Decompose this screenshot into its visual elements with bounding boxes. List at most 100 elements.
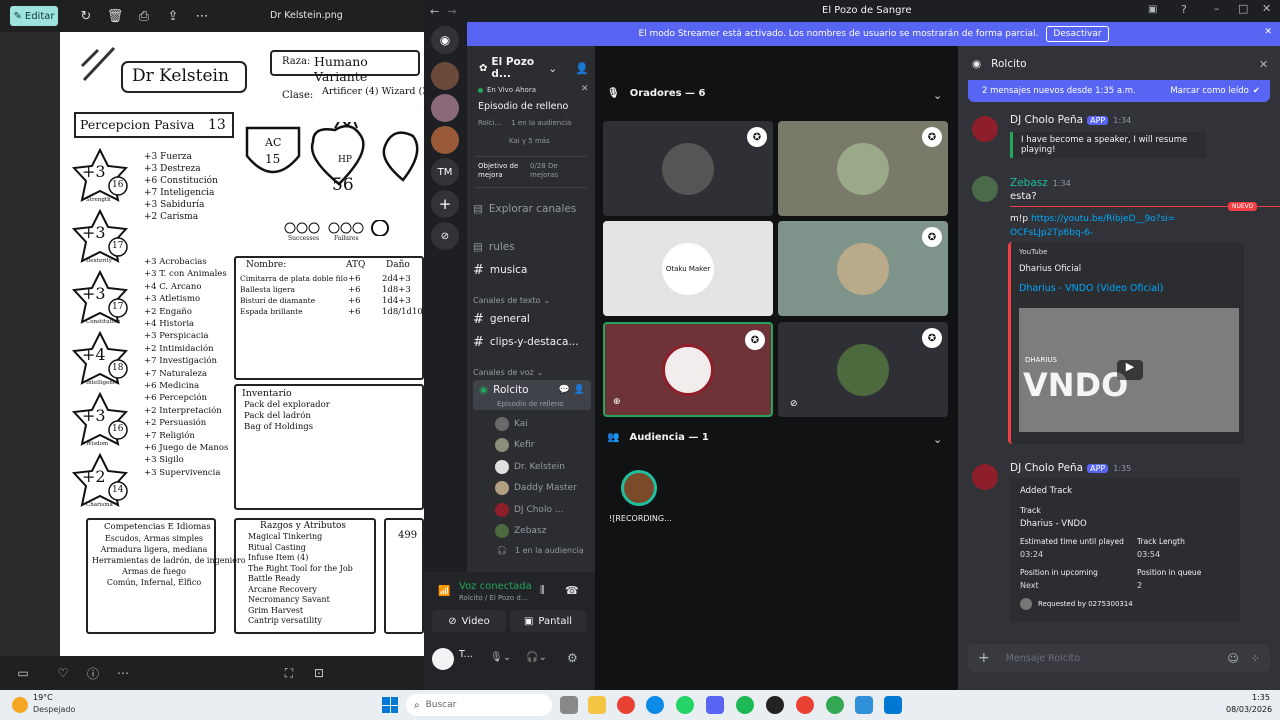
voice-user[interactable]: Kefir bbox=[495, 436, 590, 454]
rotate-icon[interactable]: ↻ bbox=[76, 6, 96, 26]
speaker-tile[interactable]: ✪ bbox=[603, 121, 773, 216]
voice-user[interactable]: Zebasz bbox=[495, 522, 590, 540]
more-options-icon[interactable]: ⋯ bbox=[112, 662, 134, 684]
mic-icon[interactable]: 🎙⌄ bbox=[490, 652, 511, 663]
delete-icon[interactable]: 🗑 bbox=[105, 6, 125, 26]
voice-user[interactable]: Daddy Master bbox=[495, 479, 590, 497]
chat-icon[interactable]: 💬 bbox=[559, 385, 570, 395]
chrome-icon[interactable] bbox=[617, 696, 635, 714]
weather-temp[interactable]: 19°C bbox=[33, 693, 53, 702]
embed-title[interactable]: Dharius - VNDO (Video Oficial) bbox=[1019, 283, 1163, 294]
member-icon[interactable]: 👤 bbox=[574, 385, 585, 395]
discover-icon[interactable]: ⊘ bbox=[431, 222, 459, 250]
screen-share-button[interactable]: ▣ Pantall bbox=[510, 610, 586, 632]
print-icon[interactable]: ⎙ bbox=[134, 6, 154, 26]
add-server-icon[interactable]: + bbox=[431, 190, 459, 218]
filmstrip-icon[interactable]: ▭ bbox=[12, 662, 34, 684]
message-avatar[interactable] bbox=[972, 116, 998, 142]
video-thumbnail[interactable]: DHARIUS VNDO ▶ bbox=[1019, 308, 1239, 432]
favorite-icon[interactable]: ♡ bbox=[52, 662, 74, 684]
message-input-box[interactable]: + Mensaje Rolcito ☺ ⁘ bbox=[968, 644, 1270, 672]
spotify-icon[interactable] bbox=[736, 696, 754, 714]
voice-user[interactable]: DJ Cholo ... bbox=[495, 501, 590, 519]
obs-icon[interactable] bbox=[766, 696, 784, 714]
start-button[interactable] bbox=[382, 697, 398, 713]
notepad-icon[interactable] bbox=[855, 696, 873, 714]
edit-button[interactable]: ✎ Editar bbox=[10, 6, 58, 26]
collapse-audience-icon[interactable]: ⌄ bbox=[933, 433, 942, 446]
more-icon[interactable]: ⋯ bbox=[192, 6, 212, 26]
voice-user[interactable]: Kai bbox=[495, 415, 590, 433]
live-close-icon[interactable]: ✕ bbox=[581, 84, 589, 94]
message-avatar[interactable] bbox=[972, 464, 998, 490]
voice-category[interactable]: Canales de voz ⌄ bbox=[473, 363, 591, 381]
weather-icon[interactable] bbox=[12, 697, 28, 713]
noise-suppression-icon[interactable]: ⫼ bbox=[540, 585, 545, 596]
fit-icon[interactable]: ⛶ bbox=[278, 662, 300, 684]
whatsapp-icon[interactable] bbox=[676, 696, 694, 714]
audience-avatar[interactable] bbox=[621, 470, 657, 506]
mark-read-button[interactable]: Marcar como leído bbox=[1170, 86, 1249, 96]
message-author[interactable]: DJ Cholo Peña bbox=[1010, 114, 1083, 126]
channel-rules[interactable]: ▤ rules bbox=[473, 238, 591, 256]
server-icon[interactable] bbox=[431, 126, 459, 154]
banner-close-icon[interactable]: ✕ bbox=[1264, 27, 1272, 37]
channel-musica[interactable]: # musica bbox=[473, 261, 591, 279]
back-icon[interactable]: ← bbox=[430, 5, 439, 18]
channel-general[interactable]: # general bbox=[473, 310, 591, 328]
channel-clips[interactable]: # clips-y-destaca... bbox=[473, 333, 591, 351]
video-button[interactable]: ⊘ Video bbox=[432, 610, 506, 632]
message-author[interactable]: Zebasz bbox=[1010, 177, 1048, 189]
collapse-speakers-icon[interactable]: ⌄ bbox=[933, 89, 942, 102]
maximize-icon[interactable]: □ bbox=[1238, 2, 1248, 15]
youtube-link[interactable]: https://youtu.be/RibjeD__9o?si=OCFsLJp2T… bbox=[1010, 214, 1175, 238]
speaker-tile[interactable]: ✪ ⊘ bbox=[778, 322, 948, 417]
close-window-icon[interactable]: ✕ bbox=[1262, 2, 1271, 15]
forward-icon[interactable]: → bbox=[447, 5, 456, 18]
server-icon[interactable] bbox=[431, 94, 459, 122]
apps-icon[interactable]: ⁘ bbox=[1251, 652, 1260, 665]
text-category[interactable]: Canales de texto ⌄ bbox=[473, 291, 591, 309]
taskbar-search[interactable]: ⌕ Buscar bbox=[406, 694, 552, 716]
close-chat-icon[interactable]: ✕ bbox=[1259, 58, 1268, 71]
attach-plus-icon[interactable]: + bbox=[978, 650, 990, 666]
share-icon[interactable]: ⇪ bbox=[163, 6, 183, 26]
event-title[interactable]: Episodio de relleno bbox=[478, 101, 568, 112]
server-icon[interactable] bbox=[431, 62, 459, 90]
settings-gear-icon[interactable]: ⚙ bbox=[567, 651, 578, 665]
server-tm[interactable]: TM bbox=[431, 158, 459, 186]
headset-icon[interactable]: 🎧⌄ bbox=[526, 652, 547, 663]
speaker-tile[interactable]: ✪ bbox=[778, 221, 948, 316]
message-avatar[interactable] bbox=[972, 176, 998, 202]
chrome-profile-2-icon[interactable] bbox=[826, 696, 844, 714]
photos-icon[interactable] bbox=[884, 696, 902, 714]
server-header[interactable]: ✿ El Pozo d... ⌄ 👤 bbox=[479, 56, 589, 80]
embed-channel[interactable]: Dharius Oficial bbox=[1019, 264, 1081, 274]
minimize-icon[interactable]: – bbox=[1214, 2, 1220, 15]
clock-time[interactable]: 1:35 bbox=[1252, 693, 1270, 702]
clock-date[interactable]: 08/03/2026 bbox=[1226, 705, 1272, 714]
message-author[interactable]: DJ Cholo Peña bbox=[1010, 462, 1083, 474]
actual-size-icon[interactable]: ⊡ bbox=[308, 662, 330, 684]
user-avatar[interactable] bbox=[432, 648, 454, 670]
edge-icon[interactable] bbox=[646, 696, 664, 714]
inbox-icon[interactable]: ▣ bbox=[1148, 4, 1157, 15]
emoji-icon[interactable]: ☺ bbox=[1227, 652, 1238, 665]
discord-taskbar-icon[interactable] bbox=[706, 696, 724, 714]
file-explorer-icon[interactable] bbox=[588, 696, 606, 714]
help-icon[interactable]: ? bbox=[1181, 3, 1187, 16]
invite-icon[interactable]: 👤 bbox=[575, 62, 589, 75]
chrome-profile-icon[interactable] bbox=[796, 696, 814, 714]
voice-user[interactable]: Dr. Kelstein bbox=[495, 458, 590, 476]
speaker-tile[interactable]: Otaku Maker bbox=[603, 221, 773, 316]
speaker-tile-active[interactable]: ✪ ⊕ bbox=[603, 322, 773, 417]
new-messages-bar[interactable]: 2 mensajes nuevos desde 1:35 a.m. Marcar… bbox=[968, 80, 1270, 102]
info-icon[interactable]: ⓘ bbox=[82, 662, 104, 684]
message-input[interactable]: Mensaje Rolcito bbox=[1006, 653, 1080, 664]
explore-channels[interactable]: ▤ Explorar canales bbox=[473, 200, 591, 218]
disable-streamer-button[interactable]: Desactivar bbox=[1046, 26, 1109, 42]
speaker-tile[interactable]: ✪ bbox=[778, 121, 948, 216]
disconnect-icon[interactable]: ☎ bbox=[565, 584, 579, 597]
discord-home-icon[interactable]: ◉ bbox=[431, 26, 459, 54]
task-view-icon[interactable] bbox=[560, 696, 578, 714]
